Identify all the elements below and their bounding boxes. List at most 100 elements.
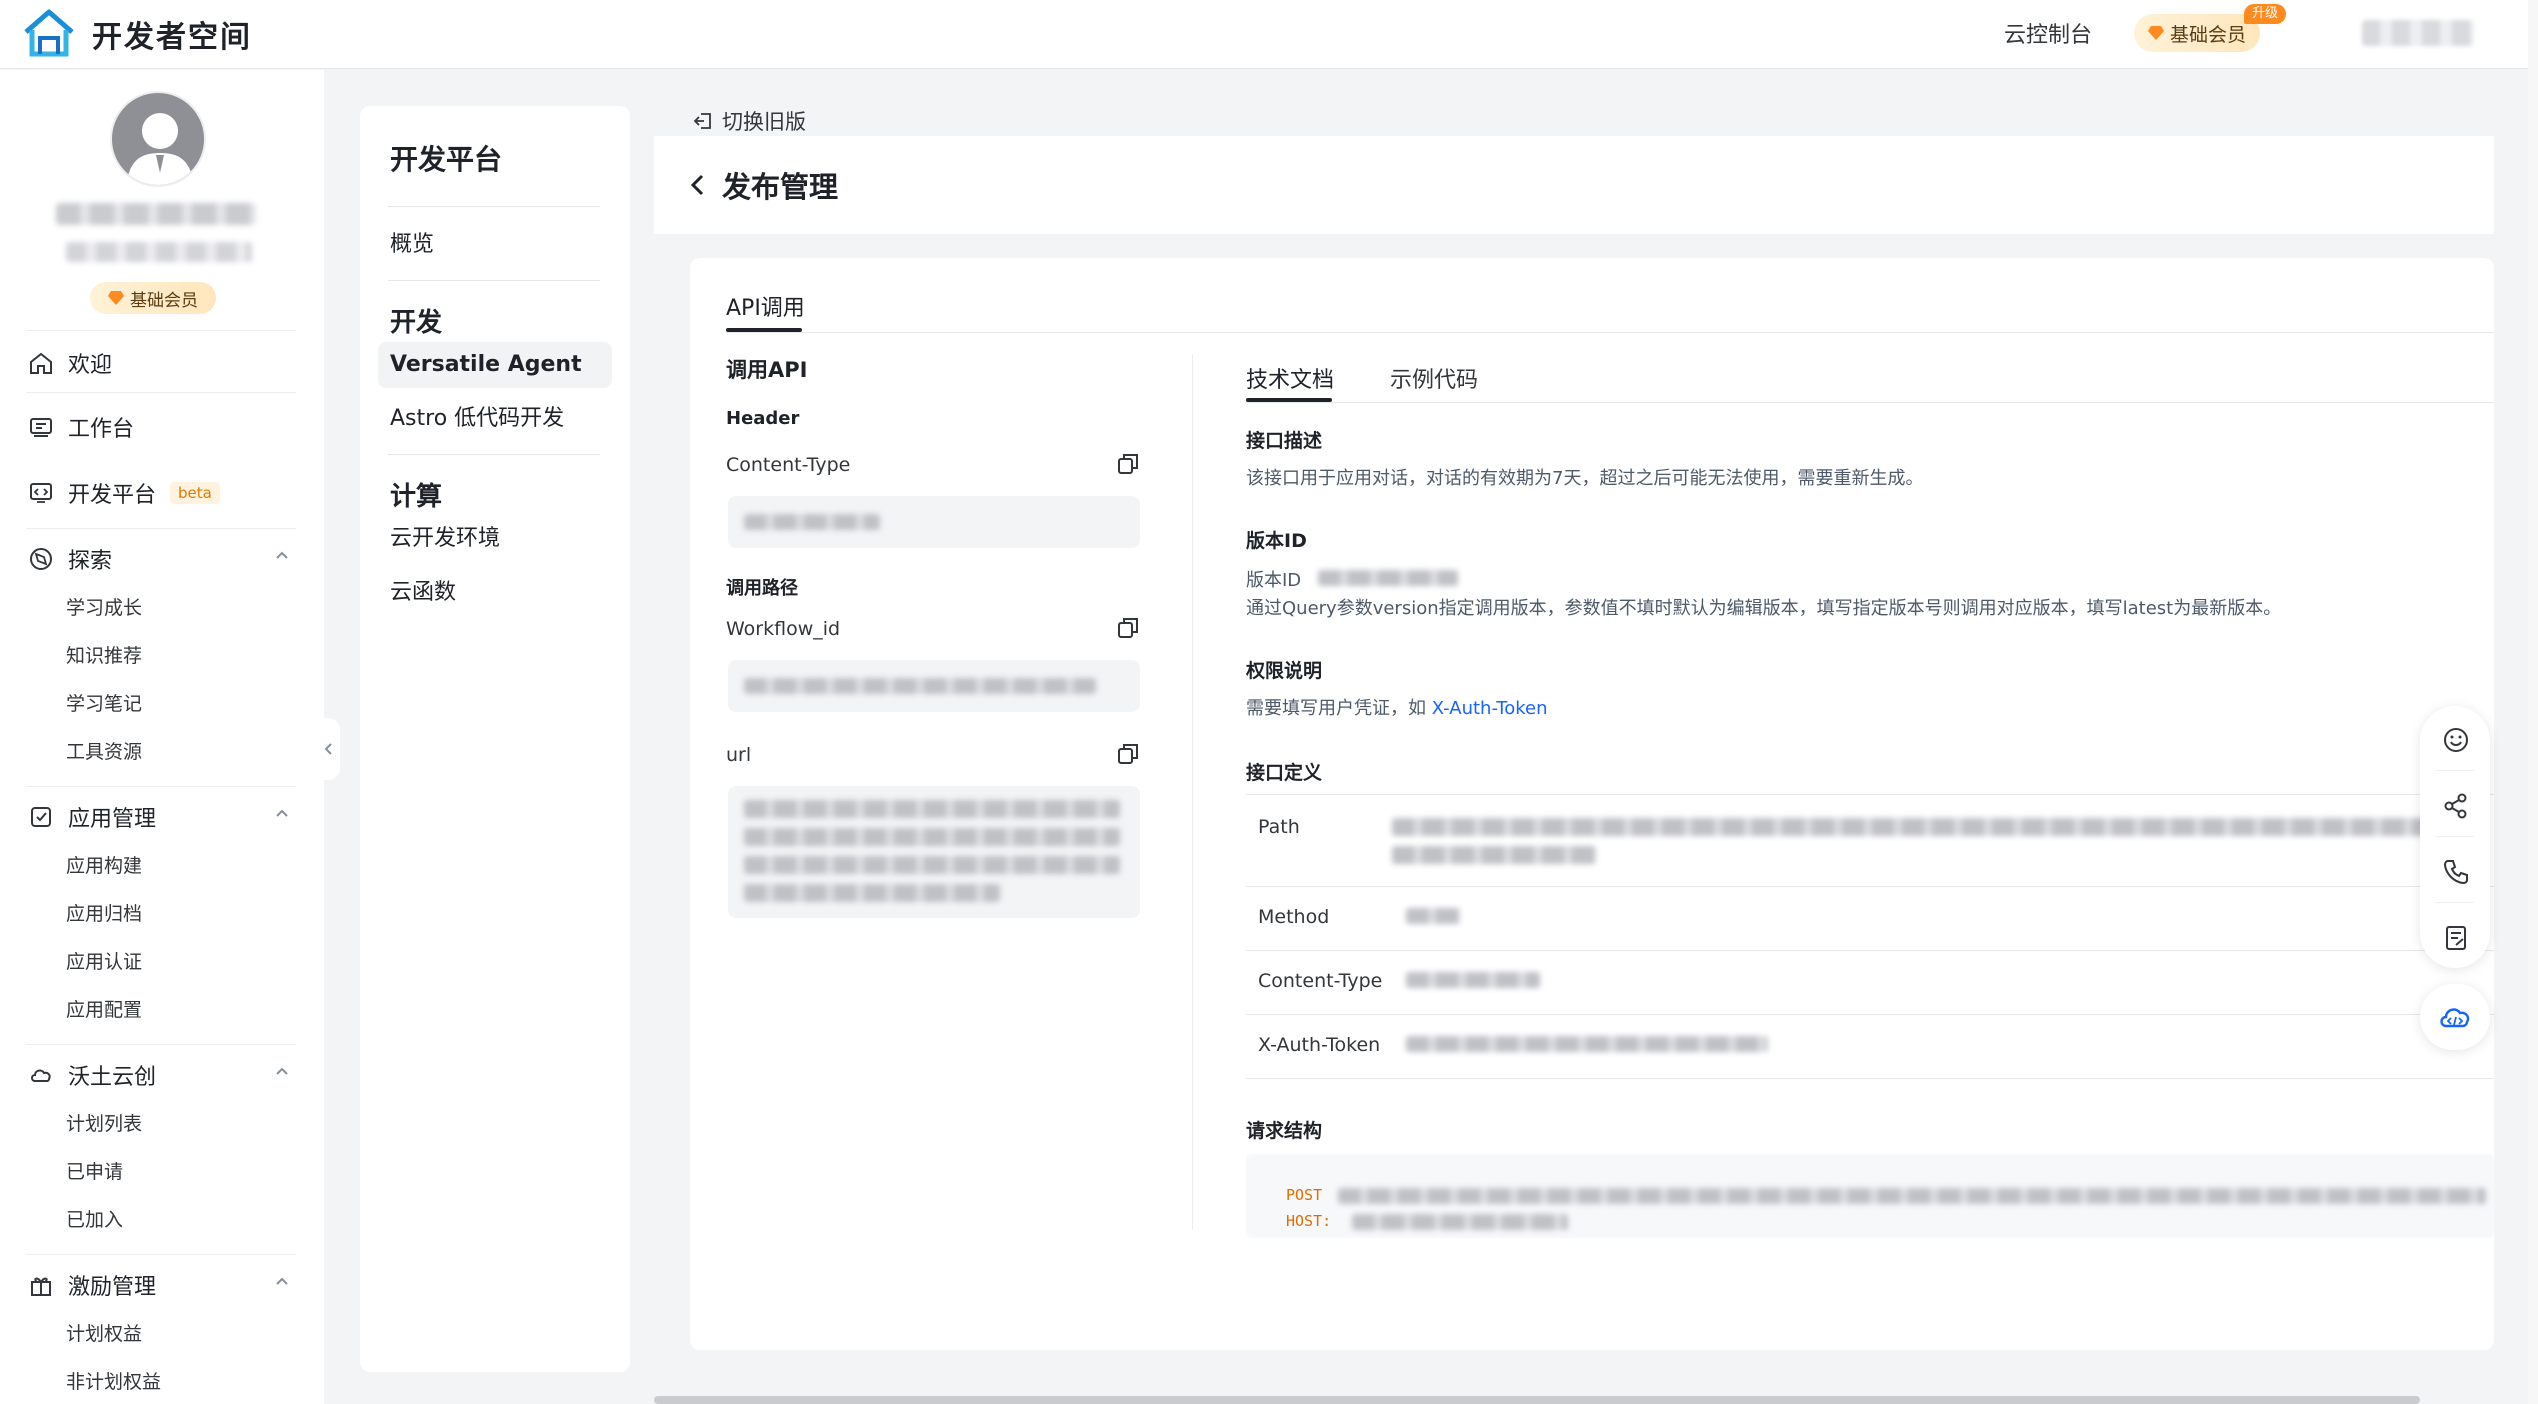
sidebar-subitem[interactable]: 已加入 <box>66 1206 123 1234</box>
redacted-value <box>744 884 1000 902</box>
chevron-up-icon[interactable] <box>274 548 290 564</box>
version-id-line: 版本ID <box>1246 566 1301 592</box>
copy-icon[interactable] <box>1116 452 1140 476</box>
redacted-method-value <box>1406 908 1460 924</box>
redacted-value <box>744 678 1096 694</box>
home-icon <box>30 352 52 374</box>
tab-api-call[interactable]: API调用 <box>726 290 805 322</box>
x-auth-token-link[interactable]: X-Auth-Token <box>1432 698 1548 719</box>
share-icon[interactable] <box>2442 792 2470 820</box>
panel-section-develop: 开发 <box>390 308 443 338</box>
def-key-method: Method <box>1258 906 1330 928</box>
panel-item-astro[interactable]: Astro 低代码开发 <box>390 396 564 442</box>
sidebar-group-explore[interactable]: 探索 <box>28 542 112 576</box>
upgrade-badge[interactable]: 升级 <box>2244 4 2287 24</box>
url-field[interactable] <box>728 786 1140 918</box>
sidebar-item-dev-platform[interactable]: 开发平台 beta <box>28 476 220 510</box>
app-title: 开发者空间 <box>92 20 252 55</box>
sidebar-subitem[interactable]: 应用认证 <box>66 948 142 976</box>
feedback-note-icon[interactable] <box>2442 924 2470 952</box>
copy-icon[interactable] <box>1116 742 1140 766</box>
sidebar-subitem[interactable]: 计划列表 <box>66 1110 142 1138</box>
def-key-content-type: Content-Type <box>1258 970 1383 992</box>
monitor-code-icon <box>30 483 52 503</box>
switch-old-version-link[interactable]: 切换旧版 <box>692 106 806 136</box>
sidebar-subitem[interactable]: 非计划权益 <box>66 1368 161 1396</box>
sidebar-item-label: 欢迎 <box>68 353 113 378</box>
sidebar-subitem[interactable]: 学习笔记 <box>66 690 142 718</box>
sidebar-group-app-management[interactable]: 应用管理 <box>28 800 156 834</box>
sidebar-subitem[interactable]: 知识推荐 <box>66 642 142 670</box>
panel-title: 开发平台 <box>390 143 503 176</box>
gift-icon <box>31 1277 51 1296</box>
panel-item-cloud-env[interactable]: 云开发环境 <box>390 516 500 562</box>
horizontal-scrollbar[interactable] <box>654 1396 2420 1404</box>
workflow-id-label: Workflow_id <box>726 618 841 640</box>
cloud-code-icon <box>2440 1008 2470 1028</box>
redacted-path-value <box>1392 818 2428 836</box>
redacted-code-line <box>1352 1214 1568 1230</box>
divider <box>26 330 296 331</box>
chevron-up-icon[interactable] <box>274 1064 290 1080</box>
cloud-console-link[interactable]: 云控制台 <box>2004 17 2092 49</box>
content-type-field[interactable] <box>728 496 1140 548</box>
panel-section-compute: 计算 <box>390 482 443 512</box>
phone-icon[interactable] <box>2442 858 2470 886</box>
redacted-value <box>744 856 1120 874</box>
sidebar-subitem[interactable]: 计划权益 <box>66 1320 142 1348</box>
permission-text: 需要填写用户凭证，如 X-Auth-Token <box>1246 694 1548 720</box>
table-divider <box>1246 950 2494 951</box>
user-menu[interactable] <box>2362 20 2474 46</box>
sidebar-collapse-handle[interactable] <box>318 718 340 780</box>
compass-icon <box>30 548 52 570</box>
switch-old-version-label: 切换旧版 <box>722 110 806 134</box>
sidebar-subitem[interactable]: 应用归档 <box>66 900 142 928</box>
table-divider <box>1246 794 2494 795</box>
tab-sample-code[interactable]: 示例代码 <box>1390 362 1478 394</box>
sidebar-subitem[interactable]: 学习成长 <box>66 594 142 622</box>
cloud-dev-button[interactable] <box>2420 984 2490 1050</box>
diamond-icon <box>2148 26 2164 40</box>
panel-item-versatile-agent[interactable]: Versatile Agent <box>378 342 612 388</box>
sidebar-group-wotu[interactable]: 沃土云创 <box>28 1058 156 1092</box>
smiley-icon[interactable] <box>2442 726 2470 754</box>
chevron-up-icon[interactable] <box>274 1274 290 1290</box>
member-badge[interactable]: 基础会员 <box>2134 14 2260 52</box>
copy-icon[interactable] <box>1116 616 1140 640</box>
user-name-redacted <box>56 203 256 225</box>
sidebar-item-workbench[interactable]: 工作台 <box>28 410 134 444</box>
divider <box>26 1254 296 1255</box>
chevron-up-icon[interactable] <box>274 806 290 822</box>
code-host-keyword: HOST: <box>1286 1212 1332 1230</box>
sidebar-subitem[interactable]: 已申请 <box>66 1158 123 1186</box>
sidebar-item-welcome[interactable]: 欢迎 <box>28 346 112 380</box>
divider <box>388 280 600 281</box>
divider <box>26 528 296 529</box>
call-api-title: 调用API <box>726 358 808 382</box>
diamond-icon <box>108 291 124 305</box>
version-id-label: 版本ID <box>1246 570 1302 591</box>
panel-item-cloud-function[interactable]: 云函数 <box>390 570 456 616</box>
interface-definition-title: 接口定义 <box>1246 762 1323 784</box>
table-divider <box>1246 1078 2494 1079</box>
sidebar-group-label: 探索 <box>68 549 113 574</box>
back-arrow-icon[interactable] <box>686 170 710 200</box>
divider <box>2436 836 2474 837</box>
workbench-icon <box>30 418 52 437</box>
sidebar-subitem[interactable]: 工具资源 <box>66 738 142 766</box>
tab-tech-docs[interactable]: 技术文档 <box>1246 362 1334 394</box>
exit-icon <box>693 113 711 129</box>
sidebar-subitem[interactable]: 应用构建 <box>66 852 142 880</box>
sidebar-group-label: 激励管理 <box>68 1275 157 1300</box>
house-logo-icon[interactable] <box>20 6 78 62</box>
sidebar-group-incentive[interactable]: 激励管理 <box>28 1268 156 1302</box>
panel-item-overview[interactable]: 概览 <box>390 222 434 268</box>
tab-bar-divider <box>1246 402 2494 403</box>
workflow-id-field[interactable] <box>728 660 1140 712</box>
avatar[interactable] <box>110 91 206 187</box>
permission-text-body: 需要填写用户凭证，如 <box>1246 698 1432 719</box>
redacted-value <box>744 514 880 530</box>
sidebar-member-badge[interactable]: 基础会员 <box>90 282 216 314</box>
sidebar-subitem[interactable]: 应用配置 <box>66 996 142 1024</box>
page-scrollbar[interactable] <box>2528 0 2538 1404</box>
